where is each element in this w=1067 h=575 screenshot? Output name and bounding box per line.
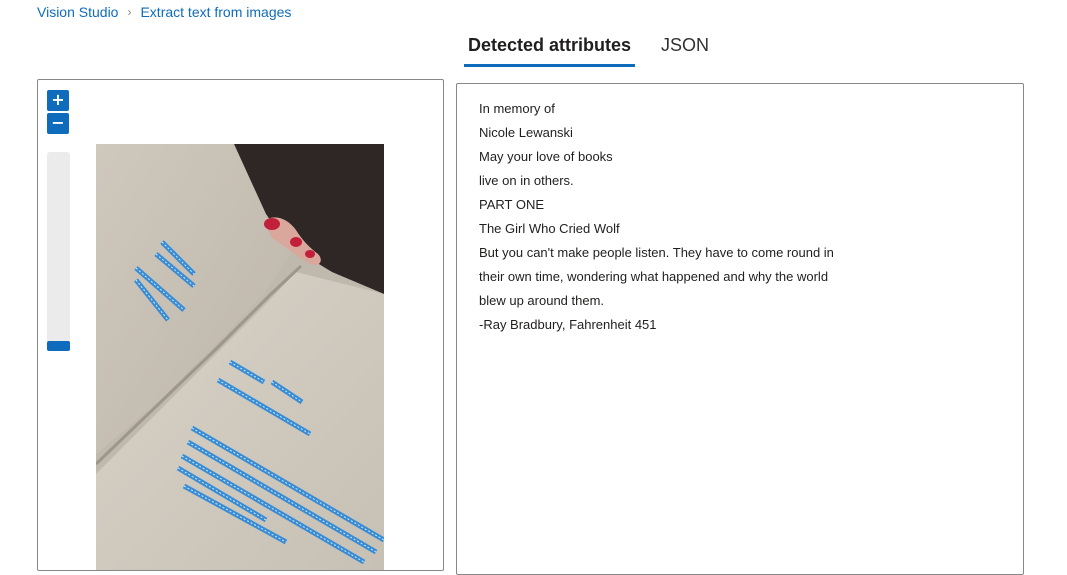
zoom-in-button[interactable]: +: [47, 90, 69, 111]
detected-line: Nicole Lewanski: [479, 125, 573, 140]
detected-text-panel: In memory of Nicole Lewanski May your love…: [456, 83, 1024, 575]
zoom-slider-track[interactable]: [47, 152, 70, 350]
detected-line: -Ray Bradbury, Fahrenheit 451: [479, 317, 657, 332]
detected-line: May your love of books: [479, 149, 613, 164]
chevron-right-icon: ›: [127, 5, 132, 19]
tab-detected-attributes[interactable]: Detected attributes: [464, 26, 636, 67]
analyzed-image: [96, 144, 384, 570]
image-viewer: + −: [37, 79, 444, 571]
detected-line: their own time, wondering what happened …: [479, 269, 829, 284]
detected-lines-list: In memory of Nicole Lewanski May your love…: [457, 84, 1023, 350]
zoom-out-button[interactable]: −: [47, 113, 69, 134]
breadcrumb-current-link[interactable]: Extract text from images: [140, 4, 291, 20]
detected-line: The Girl Who Cried Wolf: [479, 221, 620, 236]
breadcrumb: Vision Studio › Extract text from images: [37, 4, 291, 20]
tab-json[interactable]: JSON: [657, 26, 713, 67]
detected-line: PART ONE: [479, 197, 545, 212]
book-photo: [96, 144, 384, 570]
breadcrumb-home-link[interactable]: Vision Studio: [37, 4, 118, 20]
detected-line: blew up around them.: [479, 293, 605, 308]
detected-line: live on in others.: [479, 173, 574, 188]
zoom-slider-thumb[interactable]: [47, 341, 70, 351]
result-tabs: Detected attributes JSON: [464, 26, 735, 67]
detected-line: But you can't make people listen. They h…: [479, 245, 834, 260]
detected-line: In memory of: [479, 101, 555, 116]
